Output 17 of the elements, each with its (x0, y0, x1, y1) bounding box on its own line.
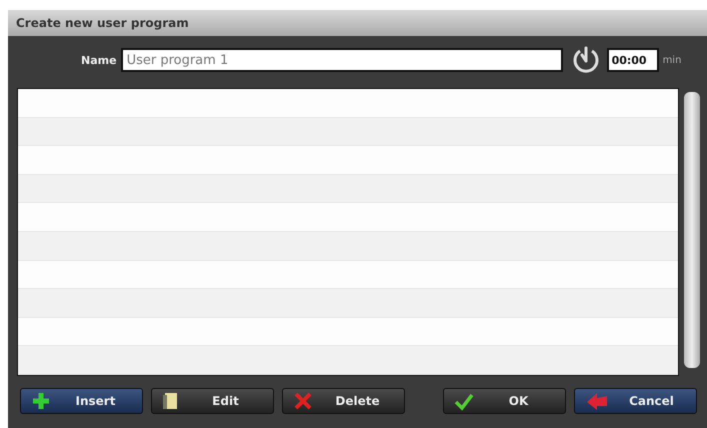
stopwatch-icon (570, 45, 601, 75)
plus-icon (31, 391, 51, 411)
cross-icon (293, 391, 313, 411)
scrollbar[interactable] (684, 92, 700, 368)
checkmark-icon (454, 391, 474, 411)
edit-button[interactable]: Edit (151, 388, 274, 414)
ok-button[interactable]: OK (443, 388, 566, 414)
insert-button[interactable]: Insert (20, 388, 143, 414)
unit-label: min (662, 54, 682, 66)
duration-field[interactable]: 00:00 (606, 48, 659, 72)
cancel-button[interactable]: Cancel (574, 388, 697, 414)
window-title: Create new user program (16, 16, 189, 30)
document-icon (162, 391, 180, 411)
name-field[interactable]: User program 1 (120, 48, 563, 72)
arrow-icon (585, 391, 609, 411)
delete-button[interactable]: Delete (282, 388, 405, 414)
name-label: Name (81, 54, 117, 66)
